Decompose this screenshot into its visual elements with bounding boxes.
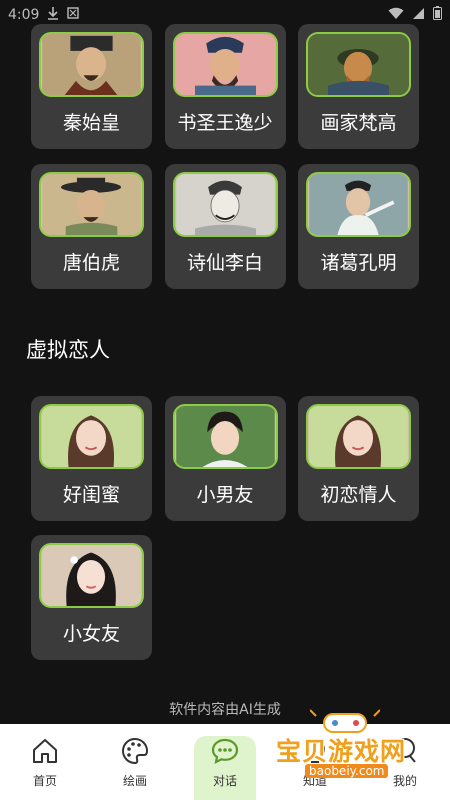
character-avatar	[306, 404, 411, 469]
signal-icon	[412, 7, 425, 24]
nav-item-profile[interactable]: 我的	[360, 724, 450, 800]
wifi-icon	[388, 7, 404, 24]
character-name: 初恋情人	[320, 484, 397, 506]
character-avatar	[172, 404, 278, 469]
historical-row-1: 秦始皇 书圣王逸少 画家梵高	[31, 24, 419, 149]
nav-label: 我的	[392, 773, 417, 788]
historical-row-2: 唐伯虎 诗仙李白 诸葛孔明	[31, 164, 419, 289]
character-name: 书圣王逸少	[177, 112, 273, 134]
nav-item-home[interactable]: 首页	[0, 724, 90, 800]
character-name: 小女友	[62, 623, 120, 645]
character-card[interactable]: 诗仙李白	[164, 164, 286, 289]
character-name: 唐伯虎	[62, 252, 120, 274]
character-card[interactable]: 画家梵高	[298, 24, 419, 149]
character-name: 诗仙李白	[186, 252, 263, 274]
virtual-lover-row-1: 好闺蜜 小男友 初恋情人	[31, 396, 419, 521]
nav-label: 对话	[212, 773, 237, 788]
character-card[interactable]: 小女友	[31, 535, 152, 660]
palette-icon	[122, 737, 149, 764]
character-name: 好闺蜜	[62, 484, 120, 506]
character-name: 画家梵高	[320, 112, 397, 134]
nav-label: 知道	[302, 773, 327, 788]
scroll-content[interactable]: 秦始皇 书圣王逸少 画家梵高 唐伯虎 诗仙李白 诸葛孔明 虚拟恋人 好闺蜜 小男…	[0, 0, 450, 724]
character-avatar	[172, 172, 278, 237]
app-notification-icon	[67, 7, 80, 23]
chat-icon	[211, 738, 239, 764]
knowledge-icon	[305, 738, 325, 763]
character-name: 小男友	[196, 484, 254, 506]
nav-label: 首页	[32, 773, 57, 788]
character-avatar	[172, 32, 278, 97]
nav-item-knowledge[interactable]: 知道	[270, 724, 360, 800]
nav-label: 绘画	[122, 773, 147, 788]
character-card[interactable]: 好闺蜜	[31, 396, 152, 521]
character-card[interactable]: 小男友	[164, 396, 286, 521]
character-avatar	[39, 543, 144, 608]
character-avatar	[39, 404, 144, 469]
battery-icon	[433, 6, 442, 24]
nav-item-drawing[interactable]: 绘画	[90, 724, 180, 800]
character-card[interactable]: 诸葛孔明	[298, 164, 419, 289]
character-card[interactable]: 唐伯虎	[31, 164, 152, 289]
download-icon	[47, 6, 59, 24]
character-avatar	[39, 172, 144, 237]
bottom-nav: 首页 绘画 对话 知道 我的	[0, 724, 450, 800]
virtual-lover-row-2: 小女友	[31, 535, 419, 660]
status-bar: 4:09	[0, 0, 450, 30]
character-card[interactable]: 秦始皇	[31, 24, 152, 149]
status-time: 4:09	[8, 7, 40, 23]
character-avatar	[306, 32, 411, 97]
character-name: 秦始皇	[62, 112, 120, 134]
character-avatar	[39, 32, 144, 97]
character-name: 诸葛孔明	[320, 252, 397, 274]
character-avatar	[306, 172, 411, 237]
home-icon	[33, 738, 57, 763]
ai-disclaimer: 软件内容由AI生成	[169, 702, 281, 718]
nav-item-chat[interactable]: 对话	[180, 724, 270, 800]
section-title-virtual-lover: 虚拟恋人	[26, 338, 110, 362]
character-card[interactable]: 书圣王逸少	[164, 24, 286, 149]
profile-icon	[395, 737, 416, 763]
character-card[interactable]: 初恋情人	[298, 396, 419, 521]
